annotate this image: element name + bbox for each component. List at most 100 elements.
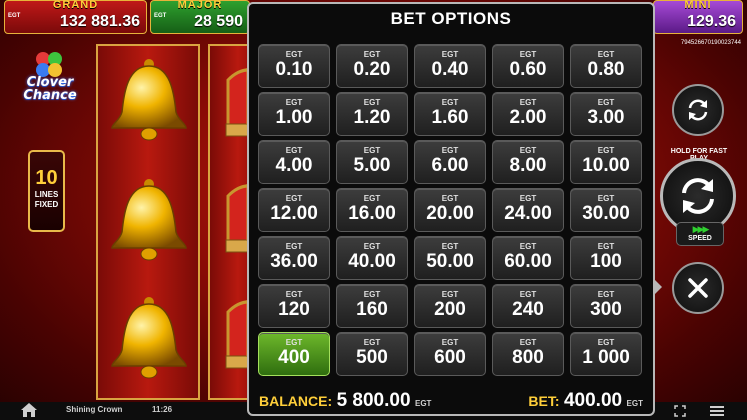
bet-option-currency: EGT xyxy=(441,242,459,251)
bet-option-button[interactable]: EGT 400 xyxy=(258,332,330,376)
bet-option-currency: EGT xyxy=(285,146,303,155)
bet-option-button[interactable]: EGT 36.00 xyxy=(258,236,330,280)
bet-option-value: 50.00 xyxy=(426,251,474,272)
bet-option-currency: EGT xyxy=(597,50,615,59)
bet-option-button[interactable]: EGT 240 xyxy=(492,284,564,328)
bet-option-button[interactable]: EGT 16.00 xyxy=(336,188,408,232)
bet-option-button[interactable]: EGT 4.00 xyxy=(258,140,330,184)
close-icon xyxy=(688,278,708,298)
menu-icon[interactable] xyxy=(710,405,724,417)
clock: 11:26 xyxy=(152,405,173,414)
bet-option-value: 10.00 xyxy=(582,155,630,176)
bet-option-value: 300 xyxy=(590,299,622,320)
game-screen: GRAND EGT 132 881.36 MAJOR EGT 28 590 MI… xyxy=(0,0,747,420)
logo-text: Clover Chance xyxy=(23,75,77,103)
bet-option-currency: EGT xyxy=(597,194,615,203)
bet-option-currency: EGT xyxy=(597,338,615,347)
bet-option-currency: EGT xyxy=(363,50,381,59)
bet-option-button[interactable]: EGT 0.40 xyxy=(414,44,486,88)
bet-option-button[interactable]: EGT 1.20 xyxy=(336,92,408,136)
close-bet-options-button[interactable] xyxy=(672,262,724,314)
bet-option-value: 800 xyxy=(512,347,544,368)
autoplay-icon xyxy=(688,99,708,121)
bet-option-currency: EGT xyxy=(285,242,303,251)
jackpot-major-label: MAJOR xyxy=(177,0,223,11)
bet-option-value: 500 xyxy=(356,347,388,368)
bet-option-currency: EGT xyxy=(519,98,537,107)
bet-option-value: 0.20 xyxy=(353,59,391,80)
bet-option-button[interactable]: EGT 5.00 xyxy=(336,140,408,184)
bet-option-currency: EGT xyxy=(285,50,303,59)
bet-option-button[interactable]: EGT 10.00 xyxy=(570,140,642,184)
bet-option-button[interactable]: EGT 20.00 xyxy=(414,188,486,232)
bet-option-value: 20.00 xyxy=(426,203,474,224)
bet-option-currency: EGT xyxy=(441,194,459,203)
bet-option-value: 200 xyxy=(434,299,466,320)
speed-label: SPEED xyxy=(688,235,712,242)
jackpot-mini-label: MINI xyxy=(684,0,712,11)
bet-option-button[interactable]: EGT 0.10 xyxy=(258,44,330,88)
balance-label: BALANCE: xyxy=(259,393,333,409)
bet-option-button[interactable]: EGT 60.00 xyxy=(492,236,564,280)
bet-option-value: 24.00 xyxy=(504,203,552,224)
bet-option-button[interactable]: EGT 0.80 xyxy=(570,44,642,88)
bet-option-button[interactable]: EGT 8.00 xyxy=(492,140,564,184)
bet-option-button[interactable]: EGT 30.00 xyxy=(570,188,642,232)
bet-option-button[interactable]: EGT 1.00 xyxy=(258,92,330,136)
bet-option-currency: EGT xyxy=(363,242,381,251)
bet-option-button[interactable]: EGT 120 xyxy=(258,284,330,328)
bet-option-currency: EGT xyxy=(519,194,537,203)
bet-option-button[interactable]: EGT 3.00 xyxy=(570,92,642,136)
home-icon[interactable] xyxy=(20,402,38,418)
bet-option-currency: EGT xyxy=(597,242,615,251)
bet-option-value: 1.20 xyxy=(353,107,391,128)
bet-option-value: 0.40 xyxy=(431,59,469,80)
bet-option-value: 100 xyxy=(590,251,622,272)
bet-option-button[interactable]: EGT 50.00 xyxy=(414,236,486,280)
jackpot-mini: MINI 129.36 xyxy=(653,0,743,34)
bet-option-currency: EGT xyxy=(441,338,459,347)
fullscreen-icon[interactable] xyxy=(674,405,686,417)
panel-pointer xyxy=(653,278,662,296)
bet-option-button[interactable]: EGT 200 xyxy=(414,284,486,328)
speed-button[interactable]: ▶▶▶ SPEED xyxy=(676,222,724,246)
bet-option-button[interactable]: EGT 40.00 xyxy=(336,236,408,280)
bet-option-button[interactable]: EGT 100 xyxy=(570,236,642,280)
bet-option-button[interactable]: EGT 0.20 xyxy=(336,44,408,88)
bet-option-value: 120 xyxy=(278,299,310,320)
bet-option-value: 0.10 xyxy=(275,59,313,80)
balance-value: 5 800.00 xyxy=(336,390,411,411)
bet-option-currency: EGT xyxy=(363,194,381,203)
bell-icon xyxy=(111,59,187,141)
bet-option-button[interactable]: EGT 2.00 xyxy=(492,92,564,136)
bet-option-button[interactable]: EGT 24.00 xyxy=(492,188,564,232)
bet-option-currency: EGT xyxy=(597,98,615,107)
bet-option-button[interactable]: EGT 12.00 xyxy=(258,188,330,232)
bet-option-currency: EGT xyxy=(285,290,303,299)
lines-count: 10 xyxy=(35,167,58,189)
jackpot-grand-label: GRAND xyxy=(52,0,99,11)
bet-label: BET: xyxy=(528,393,560,409)
bet-option-value: 5.00 xyxy=(353,155,391,176)
bet-option-currency: EGT xyxy=(519,242,537,251)
bet-option-value: 1.00 xyxy=(275,107,313,128)
autoplay-button[interactable] xyxy=(672,84,724,136)
reel-1 xyxy=(96,44,200,400)
bet-option-button[interactable]: EGT 800 xyxy=(492,332,564,376)
bet-option-value: 12.00 xyxy=(270,203,318,224)
bet-option-button[interactable]: EGT 0.60 xyxy=(492,44,564,88)
bet-option-button[interactable]: EGT 1 000 xyxy=(570,332,642,376)
bet-option-currency: EGT xyxy=(597,290,615,299)
bet-option-button[interactable]: EGT 6.00 xyxy=(414,140,486,184)
bet-option-button[interactable]: EGT 600 xyxy=(414,332,486,376)
bet-options-grid: EGT 0.10 EGT 0.20 EGT 0.40 EGT 0.60 EGT 0.80 EGT 1.… xyxy=(258,44,646,376)
bet-option-button[interactable]: EGT 160 xyxy=(336,284,408,328)
bet-option-value: 40.00 xyxy=(348,251,396,272)
bet-option-currency: EGT xyxy=(363,146,381,155)
bet-option-button[interactable]: EGT 300 xyxy=(570,284,642,328)
bet-option-button[interactable]: EGT 1.60 xyxy=(414,92,486,136)
bet-option-value: 8.00 xyxy=(509,155,547,176)
bet-option-button[interactable]: EGT 500 xyxy=(336,332,408,376)
bet-option-currency: EGT xyxy=(441,146,459,155)
bet-option-currency: EGT xyxy=(519,338,537,347)
